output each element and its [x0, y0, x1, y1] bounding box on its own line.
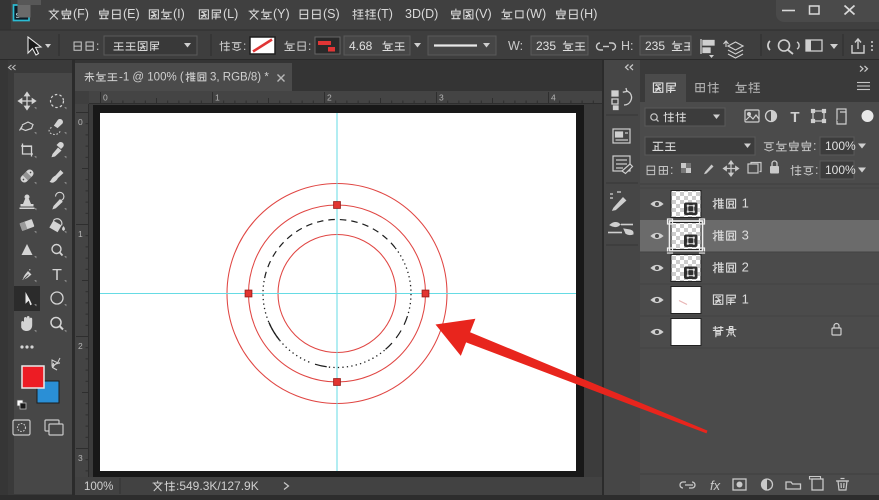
svg-text:(S): (S): [323, 7, 340, 21]
svg-text::: :: [96, 39, 99, 53]
svg-text:100%: 100%: [825, 163, 856, 177]
svg-text:(L): (L): [223, 7, 238, 21]
svg-text::549.3K/127.9K: :549.3K/127.9K: [176, 479, 259, 493]
svg-text:3D(D): 3D(D): [405, 7, 438, 21]
svg-text:4: 4: [551, 93, 556, 103]
svg-text:(W): (W): [526, 7, 546, 21]
svg-text:1: 1: [738, 196, 749, 211]
svg-text:235: 235: [536, 39, 559, 53]
svg-text:3: 3: [738, 228, 749, 243]
svg-text:0: 0: [78, 117, 83, 127]
svg-text::: :: [670, 163, 673, 177]
svg-text:(H): (H): [580, 7, 597, 21]
svg-text::: :: [815, 163, 818, 177]
svg-text:1: 1: [78, 229, 83, 239]
svg-text:4.68: 4.68: [349, 39, 376, 53]
svg-text:T: T: [790, 109, 799, 126]
svg-text:100%: 100%: [84, 481, 113, 493]
svg-text:1: 1: [215, 93, 220, 103]
svg-text:W:: W:: [508, 39, 523, 53]
svg-text:1: 1: [738, 292, 749, 307]
svg-text:(F): (F): [73, 7, 89, 21]
svg-text::: :: [243, 39, 246, 53]
svg-text:100%: 100%: [825, 139, 856, 153]
svg-text:H:: H:: [621, 39, 634, 53]
svg-text:T: T: [52, 267, 62, 284]
svg-text:(V): (V): [475, 7, 492, 21]
svg-text:(T): (T): [377, 7, 393, 21]
svg-text:(I): (I): [173, 7, 185, 21]
svg-text:235: 235: [645, 39, 668, 53]
svg-text::: :: [813, 139, 816, 153]
svg-text::: :: [308, 39, 311, 53]
svg-text:2: 2: [327, 93, 332, 103]
svg-text:3, RGB/8) *: 3, RGB/8) *: [210, 72, 269, 84]
svg-text:-1 @ 100% (: -1 @ 100% (: [119, 72, 184, 84]
svg-text:2: 2: [78, 341, 83, 351]
svg-text:3: 3: [439, 93, 444, 103]
svg-text:fx: fx: [710, 478, 721, 493]
svg-text:(Y): (Y): [273, 7, 290, 21]
svg-text:0: 0: [103, 93, 108, 103]
svg-text:2: 2: [738, 260, 749, 275]
svg-text:3: 3: [78, 453, 83, 463]
svg-text:(E): (E): [123, 7, 140, 21]
